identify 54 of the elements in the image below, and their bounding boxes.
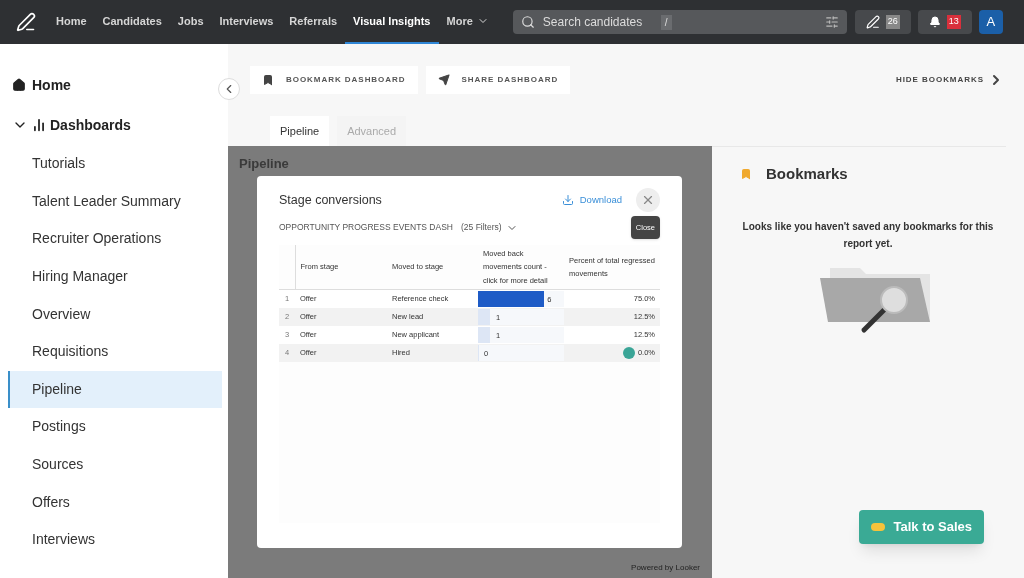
pen-icon: [865, 15, 880, 29]
nav-tab[interactable]: Jobs: [169, 0, 212, 44]
nav-tab[interactable]: Candidates: [94, 0, 170, 44]
source-name: OPPORTUNITY PROGRESS EVENTS DASH: [279, 221, 453, 234]
sidebar-item[interactable]: Overview: [8, 295, 222, 333]
sidebar-item[interactable]: Hiring Manager: [8, 257, 222, 296]
close-button[interactable]: [636, 188, 660, 212]
bell-icon: [928, 16, 941, 28]
hide-bookmarks-button[interactable]: HIDE BOOKMARKS: [895, 72, 1004, 88]
tasks-badge: 26: [885, 15, 900, 29]
nav-tab[interactable]: Interviews: [211, 0, 282, 44]
close-icon: [641, 193, 655, 207]
empty-message: Looks like you haven't saved any bookmarks for this report yet.: [741, 219, 995, 251]
sidebar-item[interactable]: Offers: [8, 483, 222, 521]
sidebar-item[interactable]: Pipeline: [8, 370, 222, 409]
nav-tab[interactable]: More: [438, 0, 497, 44]
sidebar-item[interactable]: Postings: [8, 408, 222, 446]
avatar[interactable]: A: [978, 10, 1003, 34]
bookmarks-title: Bookmarks: [766, 164, 848, 184]
powered-by-text: Powered by Looker: [631, 562, 700, 574]
home-icon: [12, 78, 26, 92]
shortcut-key: /: [660, 14, 672, 30]
bookmark-icon: [740, 168, 752, 181]
filter-count: (25 Filters): [461, 221, 502, 234]
send-icon: [437, 74, 450, 86]
sidebar-item[interactable]: Tutorials: [8, 145, 222, 183]
bar-chart-icon: [32, 118, 46, 132]
modal-title: Stage conversions: [279, 191, 382, 209]
bookmark-icon: [262, 74, 274, 86]
source-filter[interactable]: OPPORTUNITY PROGRESS EVENTS DASH (25 Filters): [279, 221, 518, 234]
nav-tab[interactable]: Referrals: [281, 0, 346, 44]
download-icon: [561, 194, 574, 206]
notifications-button[interactable]: 13: [917, 10, 972, 34]
notifications-badge: 13: [946, 15, 961, 29]
sidebar-item[interactable]: Requisitions: [8, 332, 222, 371]
dashboard-tab[interactable]: Pipeline: [270, 116, 330, 146]
search-icon: [520, 15, 535, 29]
dashboard-title: Pipeline: [239, 155, 289, 173]
bookmark-dashboard-button[interactable]: BOOKMARK DASHBOARD: [250, 66, 418, 94]
sidebar-item[interactable]: Home: [8, 74, 71, 96]
sidebar-section[interactable]: Dashboards: [8, 114, 131, 136]
sidebar-item[interactable]: Sources: [8, 445, 222, 484]
share-dashboard-button[interactable]: SHARE DASHBOARD: [425, 66, 571, 94]
sidebar-item[interactable]: Interviews: [8, 520, 222, 559]
nav-tab[interactable]: Visual Insights: [345, 0, 439, 44]
download-button[interactable]: Download: [561, 192, 622, 208]
sidebar-item[interactable]: Talent Leader Summary: [8, 182, 222, 221]
search-field[interactable]: Search candidates: [542, 13, 653, 31]
collapse-button[interactable]: [218, 78, 240, 100]
filter-icon[interactable]: [824, 15, 839, 29]
sidebar-item[interactable]: Recruiter Operations: [8, 220, 222, 258]
logo-icon: [16, 12, 36, 32]
nav-tab[interactable]: Home: [48, 0, 95, 44]
tasks-button[interactable]: 26: [854, 10, 911, 34]
